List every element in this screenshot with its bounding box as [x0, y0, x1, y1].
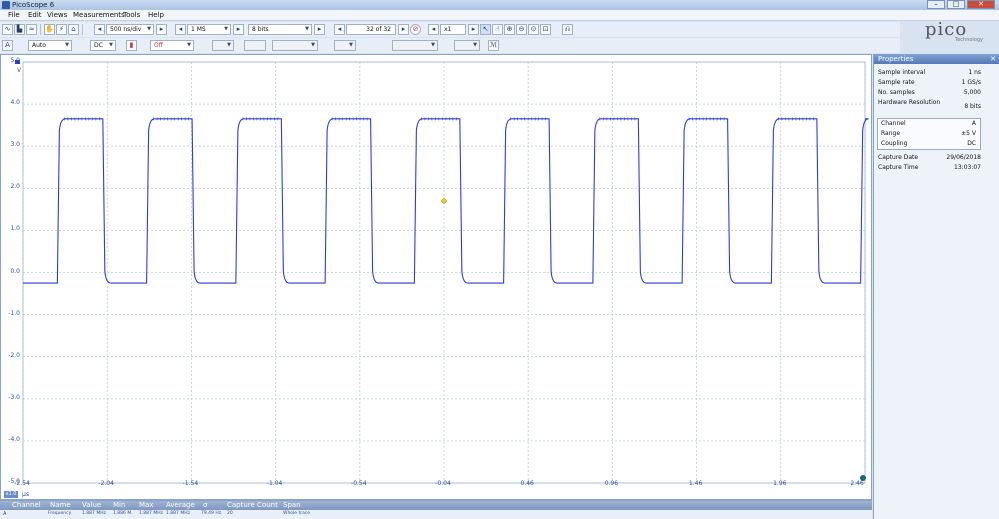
zoom-out-icon[interactable]: ⊖ [516, 24, 527, 35]
prop-sample-interval: Sample interval 1 ns [878, 69, 981, 76]
spectrum-mode-icon[interactable]: ▙ [14, 24, 25, 35]
x-tick-label: -2.54 [14, 480, 30, 487]
pointer-icon[interactable]: ↖ [480, 24, 491, 35]
buffer-next-button[interactable]: ▸ [398, 24, 409, 35]
y-tick-label: 1.0 [10, 225, 20, 233]
trigger-direction-select: ▼ [334, 40, 356, 51]
x-tick-label: 0.96 [604, 480, 619, 487]
home-icon[interactable]: ⌂ [68, 24, 79, 35]
probe-settings-icon[interactable]: ▮ [126, 40, 137, 51]
buffer-prev-button[interactable]: ◂ [334, 24, 345, 35]
y-tick-label: -1.0 [8, 309, 20, 317]
samples-prev-button[interactable]: ◂ [175, 24, 186, 35]
pico-logo-sub: Technology [955, 37, 984, 43]
scope-view[interactable] [0, 54, 872, 500]
main-toolbar: ∿ ▙ ≈ ✋ ⚡ ⌂ ◂ 500 ns/div ▼ ▸ ◂ 1 MS ▼ ▸ 8 … [0, 22, 900, 37]
trigger-marker [440, 197, 448, 205]
zoom-prev-button[interactable]: ◂ [428, 24, 439, 35]
prop-range: Range ±5 V [881, 130, 976, 137]
y-tick-label: -2.0 [8, 351, 20, 359]
menu-edit[interactable]: Edit [28, 10, 42, 21]
y-tick-label: 3.0 [10, 141, 20, 149]
app-icon [2, 1, 10, 9]
trigger-source-select: ▼ [212, 40, 234, 51]
measurements-header: Channel Name Value Min Max Average σ Cap… [0, 501, 872, 510]
coupling-select[interactable]: DC ▼ [90, 40, 116, 51]
x-tick-label: -1.04 [266, 480, 283, 487]
y-tick-label: 4.0 [10, 99, 20, 107]
x-tick-label: 0.46 [520, 480, 534, 487]
y-unit-label: V [17, 67, 22, 74]
title-bar: PicoScope 6 – □ ✕ [0, 0, 999, 10]
close-properties-icon[interactable]: ✕ [990, 54, 996, 64]
menu-tools[interactable]: Tools [123, 10, 140, 21]
scope-plot[interactable] [1, 55, 873, 501]
timebase-prev-button[interactable]: ◂ [94, 24, 105, 35]
zoom-in-icon[interactable]: ⊕ [504, 24, 515, 35]
resolution-next-button[interactable]: ▸ [314, 24, 325, 35]
pan-icon[interactable]: ☝ [492, 24, 503, 35]
stop-icon[interactable]: ⊘ [410, 24, 421, 35]
persistence-mode-icon[interactable]: ≈ [26, 24, 37, 35]
prop-capture-time: Capture Time 13:03:07 [878, 164, 981, 171]
timebase-next-button[interactable]: ▸ [156, 24, 167, 35]
x-tick-label: -2.04 [98, 480, 114, 487]
x-unit-label: µs [22, 491, 29, 498]
channel-a-button[interactable]: A [2, 40, 13, 51]
zoom-select[interactable]: x1 [440, 24, 466, 35]
measurement-row[interactable]: A Frequency 1.887 MHz 1.886 M. 1.887 MHz… [0, 510, 872, 518]
channel-properties-box: Channel A Range ±5 V Coupling DC [877, 118, 981, 150]
trigger-edge-select [244, 40, 266, 51]
channel-toolbar: A Auto ▼ DC ▼ ▮ Off ▼ ▼ ▼ ▼ ▼ ▼ ℳ [0, 38, 900, 53]
y-tick-label: -4.0 [8, 435, 20, 443]
x-tick-label: 2.46 [850, 480, 864, 487]
zoom-next-button[interactable]: ▸ [468, 24, 479, 35]
prop-num-samples: No. samples 5,000 [878, 89, 981, 96]
measurements-icon[interactable]: ℳ [488, 40, 499, 51]
menu-measurements[interactable]: Measurements [73, 10, 125, 21]
zoom-area-icon[interactable]: ⊙ [528, 24, 539, 35]
measurements-table[interactable]: Channel Name Value Min Max Average σ Cap… [0, 500, 872, 519]
y-tick-label: 0.0 [10, 267, 20, 275]
menu-help[interactable]: Help [148, 10, 164, 21]
properties-panel: Properties ✕ Sample interval 1 ns Sample … [873, 54, 999, 519]
pre-trigger-input: ▼ [392, 40, 438, 51]
hand-tool-icon[interactable]: ✋ [44, 24, 55, 35]
probe-icon[interactable]: ⚡ [56, 24, 67, 35]
close-button[interactable]: ✕ [967, 0, 995, 9]
menu-file[interactable]: File [8, 10, 20, 21]
zoom-tag: x1.0 [4, 491, 18, 498]
menu-bar: File Edit Views Measurements Tools Help [0, 10, 999, 21]
x-tick-label: 1.96 [773, 480, 787, 487]
trigger-level-input: ▼ [272, 40, 318, 51]
x-tick-label: -0.04 [435, 480, 451, 487]
zoom-undo-icon[interactable]: ⎌ [562, 24, 573, 35]
menu-views[interactable]: Views [47, 10, 67, 21]
maximize-button[interactable]: □ [947, 0, 965, 9]
samples-select[interactable]: 1 MS ▼ [187, 24, 231, 35]
samples-next-button[interactable]: ▸ [233, 24, 244, 35]
timebase-select[interactable]: 500 ns/div ▼ [106, 24, 154, 35]
x-tick-label: -1.54 [182, 480, 199, 487]
scope-mode-icon[interactable]: ∿ [2, 24, 13, 35]
y-tick-label: -3.0 [8, 393, 20, 401]
resolution-select[interactable]: 8 bits ▼ [248, 24, 312, 35]
prop-channel: Channel A [881, 120, 976, 127]
prop-capture-date: Capture Date 29/06/2018 [878, 154, 981, 161]
range-select[interactable]: Auto ▼ [28, 40, 72, 51]
trigger-delay-input: ▼ [454, 40, 480, 51]
prop-sample-rate: Sample rate 1 GS/s [878, 79, 981, 86]
y-tick-label: 2.0 [10, 183, 20, 191]
x-tick-label: 1.46 [688, 480, 703, 487]
zoom-fit-icon[interactable]: ⊡ [540, 24, 551, 35]
window-title: PicoScope 6 [12, 1, 55, 9]
trigger-mode-select[interactable]: Off ▼ [150, 40, 194, 51]
properties-header: Properties ✕ [874, 54, 999, 64]
y-tick-label: 5.0 [10, 57, 20, 64]
x-tick-label: -0.54 [351, 480, 367, 487]
prop-hardware-resolution: Hardware Resolution 8 bits [878, 99, 981, 110]
minimize-button[interactable]: – [927, 0, 945, 9]
buffer-navigator[interactable]: 32 of 32 [346, 24, 396, 35]
prop-coupling: Coupling DC [881, 140, 976, 147]
